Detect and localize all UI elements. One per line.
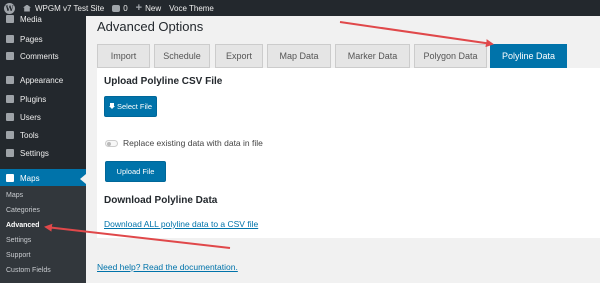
sidebar-item-label: Comments [20,51,59,61]
tab-export[interactable]: Export [215,44,263,68]
select-file-label: Select File [116,102,152,111]
sidebar-item-label: Pages [20,34,43,44]
tools-icon [6,131,14,139]
sidebar-item-label: Media [20,14,42,24]
upload-file-button[interactable]: Upload File [105,161,166,182]
sidebar-item-label: Appearance [20,75,64,85]
submenu-item-support[interactable]: Support [6,252,31,259]
tab-import[interactable]: Import [97,44,150,68]
replace-data-label: Replace existing data with data in file [123,138,263,148]
sidebar-item-appearance[interactable]: Appearance [0,71,86,89]
sidebar-item-label: Plugins [20,94,47,104]
select-file-button[interactable]: Select File [104,96,157,117]
tab-schedule[interactable]: Schedule [154,44,210,68]
sidebar-item-label: Tools [20,130,39,140]
upload-heading: Upload Polyline CSV File [104,76,223,87]
tab-polygon-data[interactable]: Polygon Data [414,44,487,68]
appearance-icon [6,76,14,84]
toggle-knob [107,142,111,146]
annotation-arrow-to-tab [339,21,494,48]
sidebar-item-users[interactable]: Users [0,108,86,126]
sidebar-item-pages[interactable]: Pages [0,30,86,48]
sidebar-item-comments[interactable]: Comments [0,47,86,65]
comments-count: 0 [123,3,128,13]
tab-marker-data[interactable]: Marker Data [335,44,410,68]
pages-icon [6,35,14,43]
theme-label: Voce Theme [169,3,214,13]
comments-icon [6,52,14,60]
tab-map-data[interactable]: Map Data [267,44,331,68]
sidebar-item-media[interactable]: Media [0,10,86,28]
maps-submenu: Maps Categories Advanced Settings Suppor… [0,186,86,283]
settings-icon [6,149,14,157]
plugins-icon [6,95,14,103]
submenu-item-custom-fields[interactable]: Custom Fields [6,267,51,274]
sidebar-item-tools[interactable]: Tools [0,126,86,144]
help-documentation-link[interactable]: Need help? Read the documentation. [97,262,238,272]
sidebar-item-label: Settings [20,148,49,158]
sidebar-item-settings[interactable]: Settings [0,144,86,162]
comments-link[interactable]: 0 [108,0,131,16]
sidebar-item-label: Users [20,112,41,122]
submenu-item-settings[interactable]: Settings [6,237,31,244]
sidebar-item-maps[interactable]: Maps [0,169,86,187]
users-icon [6,113,14,121]
tab-polyline-data[interactable]: Polyline Data [490,44,567,68]
comment-icon [112,4,121,12]
page-title: Advanced Options [97,19,204,34]
download-heading: Download Polyline Data [104,195,218,206]
new-label: New [145,3,162,13]
sidebar-item-label: Maps [20,173,40,183]
submenu-item-maps[interactable]: Maps [6,192,23,199]
media-icon [6,15,14,23]
plus-icon: + [135,1,143,14]
download-icon [108,103,115,110]
sidebar-item-plugins[interactable]: Plugins [0,90,86,108]
submenu-item-advanced[interactable]: Advanced [6,222,39,229]
replace-data-toggle[interactable] [105,140,118,147]
download-polyline-csv-link[interactable]: Download ALL polyline data to a CSV file [104,219,258,229]
maps-icon [6,174,14,182]
theme-link[interactable]: Voce Theme [165,0,218,16]
submenu-item-categories[interactable]: Categories [6,207,40,214]
admin-bar: W WPGM v7 Test Site 0 + New Voce Theme [0,0,600,16]
new-content-button[interactable]: + New [132,0,165,16]
polyline-data-panel: Upload Polyline CSV File Select File Rep… [97,68,600,238]
